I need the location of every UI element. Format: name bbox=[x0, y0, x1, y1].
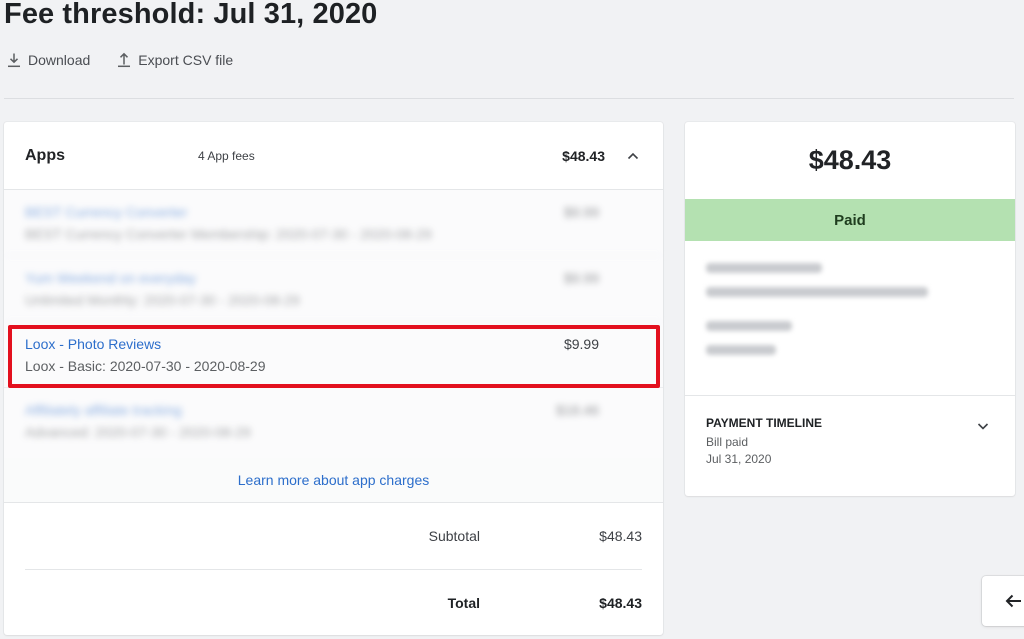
apps-fee-count: 4 App fees bbox=[198, 148, 255, 163]
fee-description: Unlimited Monthly: 2020-07-30 - 2020-08-… bbox=[25, 292, 300, 308]
chevron-down-icon[interactable] bbox=[975, 418, 991, 434]
status-badge: Paid bbox=[685, 199, 1015, 241]
app-fee-list: BEST Currency Converter BEST Currency Co… bbox=[4, 190, 663, 458]
header-divider bbox=[4, 98, 1014, 99]
fee-row: Affiliately affiliate tracking Advanced:… bbox=[4, 388, 663, 454]
fee-row: Yum Weekend on everyday Unlimited Monthl… bbox=[4, 256, 663, 322]
bill-summary-card: $48.43 Paid PAYMENT TIMELINE Bill paid J… bbox=[685, 122, 1015, 496]
fee-row-highlighted: Loox - Photo Reviews Loox - Basic: 2020-… bbox=[4, 322, 663, 388]
fee-amount: $9.99 bbox=[563, 336, 599, 352]
subtotal-value: $48.43 bbox=[599, 528, 642, 544]
fee-amount: $9.99 bbox=[563, 204, 599, 220]
apps-header[interactable]: Apps 4 App fees $48.43 bbox=[4, 122, 663, 190]
payment-timeline[interactable]: PAYMENT TIMELINE Bill paid Jul 31, 2020 bbox=[685, 396, 1015, 466]
fee-description: Advanced: 2020-07-30 - 2020-08-29 bbox=[25, 424, 251, 440]
bill-page: Fee threshold: Jul 31, 2020 Download Exp… bbox=[0, 0, 1024, 639]
total-row: Total $48.43 bbox=[25, 570, 642, 636]
back-button[interactable] bbox=[982, 576, 1024, 626]
timeline-event: Bill paid bbox=[706, 435, 749, 449]
fee-description: BEST Currency Converter Membership: 2020… bbox=[25, 226, 432, 242]
fee-row: BEST Currency Converter BEST Currency Co… bbox=[4, 190, 663, 256]
subtotal-row: Subtotal $48.43 bbox=[25, 503, 642, 569]
bill-amount: $48.43 bbox=[808, 145, 892, 175]
fee-app-name[interactable]: Loox - Photo Reviews bbox=[25, 336, 265, 352]
total-label: Total bbox=[447, 595, 480, 611]
learn-more-section: Learn more about app charges bbox=[4, 458, 663, 503]
apps-total: $48.43 bbox=[562, 147, 605, 164]
learn-more-link[interactable]: Learn more about app charges bbox=[238, 472, 429, 488]
fee-app-name[interactable]: Yum Weekend on everyday bbox=[25, 270, 300, 286]
fee-app-name[interactable]: BEST Currency Converter bbox=[25, 204, 432, 220]
subtotal-label: Subtotal bbox=[428, 528, 480, 544]
export-csv-label: Export CSV file bbox=[138, 52, 234, 68]
timeline-title: PAYMENT TIMELINE bbox=[706, 416, 823, 430]
apps-title: Apps bbox=[25, 146, 65, 164]
download-icon bbox=[8, 53, 20, 68]
timeline-date: Jul 31, 2020 bbox=[706, 452, 772, 466]
fee-amount: $9.99 bbox=[563, 270, 599, 286]
totals-section: Subtotal $48.43 Total $48.43 bbox=[4, 503, 663, 636]
payment-details-redacted bbox=[685, 241, 1015, 396]
page-actions: Download Export CSV file bbox=[6, 52, 233, 68]
download-button[interactable]: Download bbox=[6, 52, 90, 68]
fee-amount: $18.46 bbox=[556, 402, 599, 418]
export-csv-button[interactable]: Export CSV file bbox=[116, 52, 233, 68]
fee-app-name[interactable]: Affiliately affiliate tracking bbox=[25, 402, 251, 418]
apps-card: Apps 4 App fees $48.43 BEST Currency Con… bbox=[4, 122, 663, 635]
total-value: $48.43 bbox=[599, 595, 642, 611]
upload-icon bbox=[118, 52, 131, 68]
fee-description: Loox - Basic: 2020-07-30 - 2020-08-29 bbox=[25, 358, 266, 374]
page-title: Fee threshold: Jul 31, 2020 bbox=[4, 0, 378, 30]
arrow-left-icon bbox=[1005, 594, 1021, 608]
download-label: Download bbox=[28, 52, 91, 68]
chevron-up-icon[interactable] bbox=[625, 148, 641, 164]
